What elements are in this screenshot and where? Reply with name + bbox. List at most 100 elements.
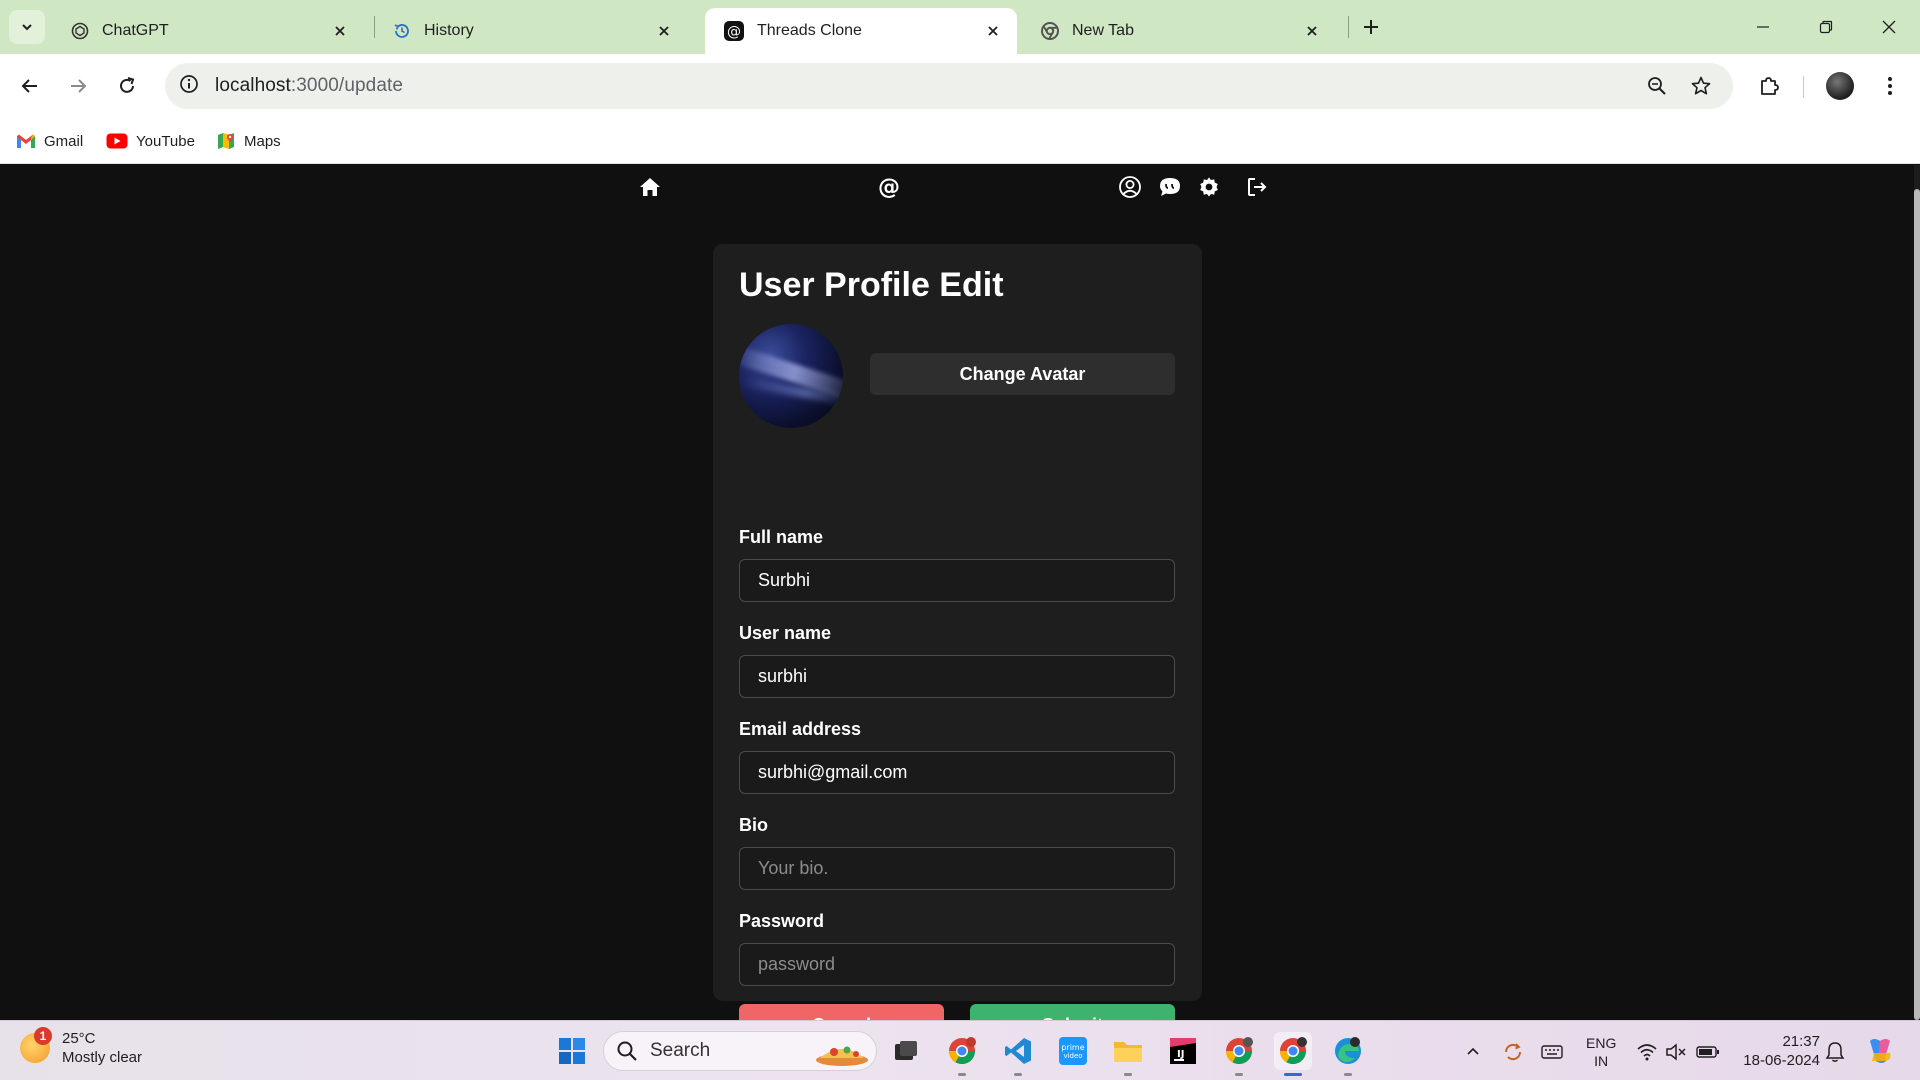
taskbar-app-task-view[interactable] <box>887 1032 925 1070</box>
avatar <box>739 324 843 428</box>
bookmark-youtube[interactable]: YouTube <box>106 128 195 154</box>
extensions-button[interactable] <box>1751 68 1787 104</box>
taskbar-app-vscode[interactable] <box>999 1032 1037 1076</box>
svg-text:@: @ <box>727 24 741 40</box>
tab-history[interactable]: History <box>374 8 688 54</box>
submit-button[interactable]: Submit <box>970 1004 1175 1020</box>
language-indicator[interactable]: ENG IN <box>1586 1034 1616 1070</box>
volume-muted-icon[interactable] <box>1664 1040 1688 1064</box>
change-avatar-button[interactable]: Change Avatar <box>870 353 1175 395</box>
close-icon[interactable] <box>983 21 1003 41</box>
bookmark-maps[interactable]: Maps <box>216 128 281 154</box>
show-hidden-icons-button[interactable] <box>1461 1040 1485 1064</box>
prime-video-icon: primevideo <box>1059 1037 1087 1065</box>
page-viewport: @ User Profile Edit Change Avatar Full n… <box>0 165 1920 1020</box>
forward-button[interactable] <box>60 68 96 104</box>
fullname-input[interactable] <box>739 559 1175 602</box>
tab-search-button[interactable] <box>9 10 45 44</box>
toolbar-divider <box>1803 76 1804 98</box>
email-field[interactable] <box>739 751 1175 794</box>
chatgpt-icon <box>71 22 89 40</box>
running-indicator <box>1124 1073 1132 1076</box>
zoom-icon[interactable] <box>1642 71 1672 101</box>
taskbar-search[interactable]: Search <box>603 1031 877 1071</box>
password-input[interactable] <box>739 943 1175 986</box>
tab-title: Threads Clone <box>757 22 862 39</box>
task-view-icon <box>895 1041 917 1060</box>
tab-title: ChatGPT <box>102 22 169 39</box>
bookmark-label: Gmail <box>44 132 84 150</box>
notification-bell-icon[interactable] <box>1823 1040 1847 1064</box>
taskbar-app-chrome-profile[interactable] <box>943 1032 981 1076</box>
settings-icon[interactable] <box>1192 170 1226 204</box>
running-indicator <box>1014 1073 1022 1076</box>
password-label: Password <box>739 911 825 931</box>
sync-tray-icon[interactable] <box>1501 1040 1525 1064</box>
wifi-icon[interactable] <box>1635 1040 1659 1064</box>
taskbar-app-file-explorer[interactable] <box>1109 1032 1147 1076</box>
reload-icon <box>120 77 135 93</box>
taskbar-app-intellij[interactable]: IJ <box>1164 1032 1202 1070</box>
chevron-up-icon <box>1467 1047 1479 1055</box>
taskbar-app-chrome-2[interactable] <box>1220 1032 1258 1076</box>
battery-icon[interactable] <box>1696 1040 1720 1064</box>
tab-chatgpt[interactable]: ChatGPT <box>52 8 364 54</box>
bookmark-label: YouTube <box>136 132 195 150</box>
running-indicator <box>958 1073 966 1076</box>
logout-icon[interactable] <box>1240 170 1274 204</box>
weather-widget[interactable]: 1 25°C Mostly clear <box>20 1027 143 1067</box>
weather-description: Mostly clear <box>62 1049 143 1066</box>
windows-taskbar: 1 25°C Mostly clear Search prime video IJ <box>0 1020 1920 1080</box>
edge-icon <box>1335 1037 1361 1064</box>
site-info-icon[interactable] <box>179 74 199 99</box>
puzzle-icon <box>1761 77 1779 95</box>
start-button[interactable] <box>553 1032 591 1070</box>
url-host: localhost <box>215 75 291 96</box>
taskbar-app-chrome-active[interactable] <box>1274 1032 1312 1076</box>
bookmark-star-icon[interactable] <box>1686 71 1716 101</box>
active-indicator <box>1284 1073 1302 1076</box>
chat-icon[interactable] <box>1153 170 1187 204</box>
restore-button[interactable] <box>1803 12 1849 42</box>
close-window-button[interactable] <box>1866 12 1912 42</box>
taskbar-app-prime-video[interactable]: prime video <box>1054 1032 1092 1070</box>
keyboard-icon[interactable] <box>1540 1040 1564 1064</box>
copilot-icon[interactable] <box>1864 1035 1896 1067</box>
weather-sun-icon: 1 <box>20 1027 52 1063</box>
minimize-button[interactable] <box>1740 12 1786 42</box>
back-button[interactable] <box>12 68 48 104</box>
weather-temperature: 25°C <box>62 1030 96 1047</box>
new-tab-button[interactable] <box>1354 13 1388 41</box>
bookmark-label: Maps <box>244 132 281 150</box>
tab-new-tab[interactable]: New Tab <box>1022 8 1336 54</box>
reload-button[interactable] <box>109 68 145 104</box>
system-clock[interactable]: 21:37 18-06-2024 <box>1730 1032 1820 1070</box>
close-icon[interactable] <box>330 21 350 41</box>
intellij-icon: IJ <box>1170 1038 1196 1064</box>
bio-input[interactable] <box>739 847 1175 890</box>
username-input[interactable] <box>739 655 1175 698</box>
url-text: localhost:3000/update <box>215 75 403 97</box>
address-bar[interactable]: localhost:3000/update <box>165 63 1733 109</box>
scrollbar-thumb[interactable] <box>1914 189 1920 1020</box>
maps-icon <box>218 133 234 149</box>
avatar <box>1826 72 1854 100</box>
gmail-icon <box>17 134 35 148</box>
restore-icon <box>1819 20 1833 34</box>
tab-threads-clone[interactable]: @ Threads Clone <box>705 8 1017 54</box>
close-icon[interactable] <box>654 21 674 41</box>
profile-icon[interactable] <box>1113 170 1147 204</box>
chrome-icon <box>1279 1037 1307 1065</box>
taskbar-app-edge[interactable] <box>1329 1032 1367 1076</box>
more-vertical-icon <box>1888 77 1892 95</box>
close-icon[interactable] <box>1302 21 1322 41</box>
running-indicator <box>1235 1073 1243 1076</box>
threads-logo-icon[interactable]: @ <box>872 170 906 204</box>
page-scrollbar[interactable] <box>1914 165 1920 1020</box>
profile-button[interactable] <box>1822 68 1858 104</box>
bookmark-gmail[interactable]: Gmail <box>16 128 83 154</box>
browser-menu-button[interactable] <box>1872 68 1908 104</box>
cancel-button[interactable]: Cancel <box>739 1004 944 1020</box>
home-icon[interactable] <box>633 170 667 204</box>
plus-icon <box>1364 20 1378 34</box>
